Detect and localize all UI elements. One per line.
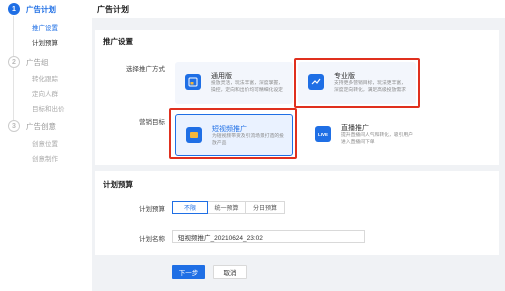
step-ad-group[interactable]: 2 广告组 — [8, 56, 49, 68]
budget-option-unlimited[interactable]: 不限 — [172, 201, 208, 214]
step-sidebar: 1 广告计划 推广设置 计划预算 2 广告组 转化跟踪 定向人群 目标和出价 3… — [0, 0, 92, 291]
card-general[interactable]: 通用版 投放灵活，玩法丰富，深度掌握，操控，定向和出价均可精细化设定 — [175, 62, 293, 104]
step-title: 广告创意 — [26, 121, 56, 131]
method-label: 选择推广方式 — [126, 66, 165, 73]
promo-settings-panel: 推广设置 选择推广方式 营销目标 通用版 投放灵活，玩法丰富，深度掌握，操控，定… — [95, 30, 499, 165]
highlight-box — [294, 58, 420, 108]
plan-name-input[interactable]: 短视频推广_20210624_23:02 — [172, 230, 365, 243]
card-desc: 投放灵活，玩法丰富，深度掌握，操控，定向和出价均可精细化设定 — [211, 81, 283, 93]
budget-panel: 计划预算 计划预算 不限 统一预算 分日预算 计划名称 短视频推广_202106… — [95, 171, 499, 255]
layout-icon — [185, 74, 201, 90]
substep-creative-position[interactable]: 创意位置 — [32, 138, 58, 148]
budget-label: 计划预算 — [139, 206, 165, 213]
substep-goal-bid[interactable]: 目标和出价 — [32, 103, 65, 113]
live-icon: LIVE — [315, 126, 331, 142]
step-connector — [13, 68, 14, 120]
header-bar: 广告计划 — [92, 0, 505, 18]
next-button[interactable]: 下一步 — [172, 265, 205, 279]
card-title: 通用版 — [211, 73, 232, 80]
name-label: 计划名称 — [139, 236, 165, 243]
section-title: 计划预算 — [103, 180, 133, 189]
budget-option-daily[interactable]: 分日预算 — [245, 201, 285, 214]
section-title: 推广设置 — [103, 37, 133, 46]
card-desc: 提升直播间人气和转化，吸引用户进入直播间下单 — [341, 133, 413, 145]
substep-targeting[interactable]: 定向人群 — [32, 88, 58, 98]
highlight-box — [169, 108, 297, 159]
step-title: 广告组 — [26, 57, 49, 67]
step-number: 2 — [8, 56, 20, 68]
substep-creative-production[interactable]: 创意制作 — [32, 153, 58, 163]
page-title: 广告计划 — [97, 5, 129, 14]
step-number: 1 — [8, 3, 20, 15]
budget-selector: 不限 统一预算 分日预算 — [172, 201, 285, 214]
step-ad-plan[interactable]: 1 广告计划 — [8, 3, 56, 15]
cancel-button[interactable]: 取消 — [213, 265, 247, 279]
step-ad-creative[interactable]: 3 广告创意 — [8, 120, 56, 132]
card-live[interactable]: LIVE 直播推广 提升直播间人气和转化，吸引用户进入直播间下单 — [305, 114, 423, 156]
budget-option-unified[interactable]: 统一预算 — [207, 201, 246, 214]
step-connector — [13, 16, 14, 58]
substep-promo-settings[interactable]: 推广设置 — [32, 22, 58, 32]
live-badge: LIVE — [317, 131, 328, 137]
goal-label: 营销目标 — [139, 119, 165, 126]
step-number: 3 — [8, 120, 20, 132]
substep-conversion-tracking[interactable]: 转化跟踪 — [32, 73, 58, 83]
step-title: 广告计划 — [26, 4, 56, 14]
card-title: 直播推广 — [341, 125, 369, 132]
substep-plan-budget[interactable]: 计划预算 — [32, 37, 58, 47]
